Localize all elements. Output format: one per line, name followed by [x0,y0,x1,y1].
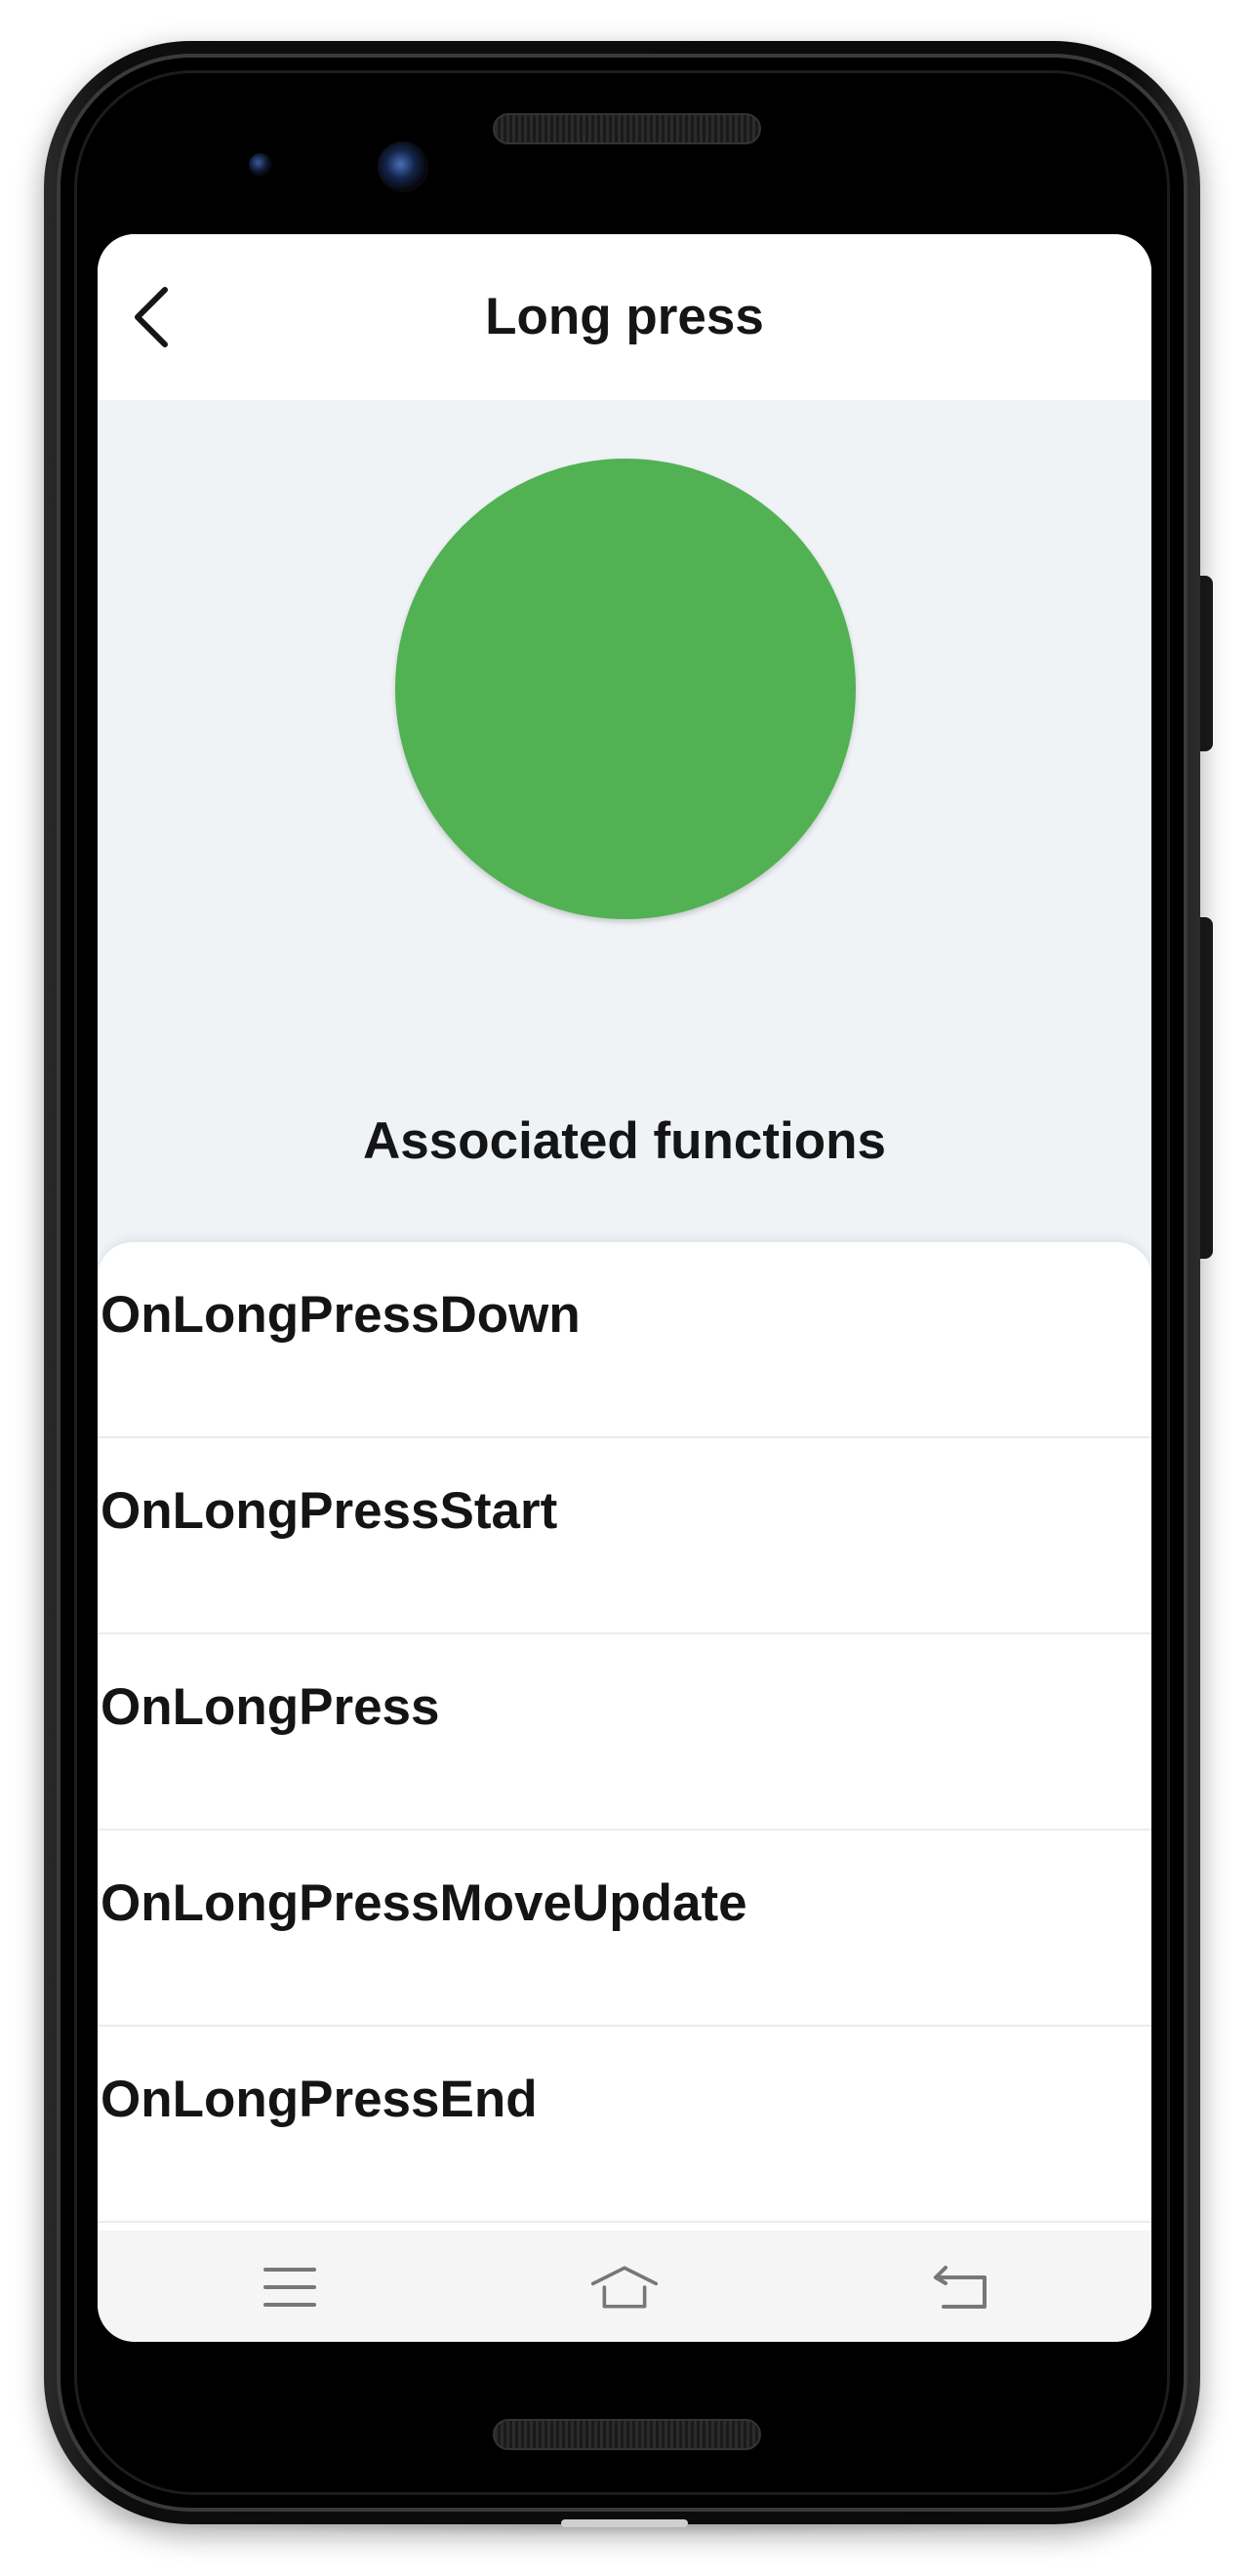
front-sensor [249,153,272,177]
back-nav-icon[interactable] [927,2258,995,2316]
front-camera-icon [378,141,428,192]
list-item-label: OnLongPressEnd [101,2071,538,2128]
home-icon[interactable] [590,2258,659,2316]
earpiece-speaker [493,113,761,144]
usb-port [561,2519,688,2527]
list-item[interactable]: OnLongPressDown [98,1242,1151,1438]
bottom-speaker [493,2419,761,2450]
list-item-label: OnLongPress [101,1678,440,1736]
long-press-target-circle[interactable] [395,459,856,919]
system-nav-bar [98,2231,1151,2342]
list-item[interactable]: OnLongPressMoveUpdate [98,1831,1151,2027]
list-item[interactable]: OnLongPress [98,1634,1151,1831]
list-item[interactable]: OnLongPressEnd [98,2027,1151,2223]
menu-icon[interactable] [256,2258,324,2316]
list-item-label: OnLongPressStart [101,1482,558,1540]
list-item-label: OnLongPressMoveUpdate [101,1874,747,1932]
functions-list: OnLongPressDown OnLongPressStart OnLongP… [98,1242,1151,2223]
section-title: Associated functions [363,1112,886,1170]
device-stage: Long press Associated functions OnLongPr… [0,0,1249,2576]
list-item[interactable]: OnLongPressStart [98,1438,1151,1634]
app-bar: Long press [98,234,1151,400]
list-item-label: OnLongPressDown [101,1286,581,1344]
page-title: Long press [485,288,764,345]
phone-screen: Long press Associated functions OnLongPr… [98,234,1151,2342]
